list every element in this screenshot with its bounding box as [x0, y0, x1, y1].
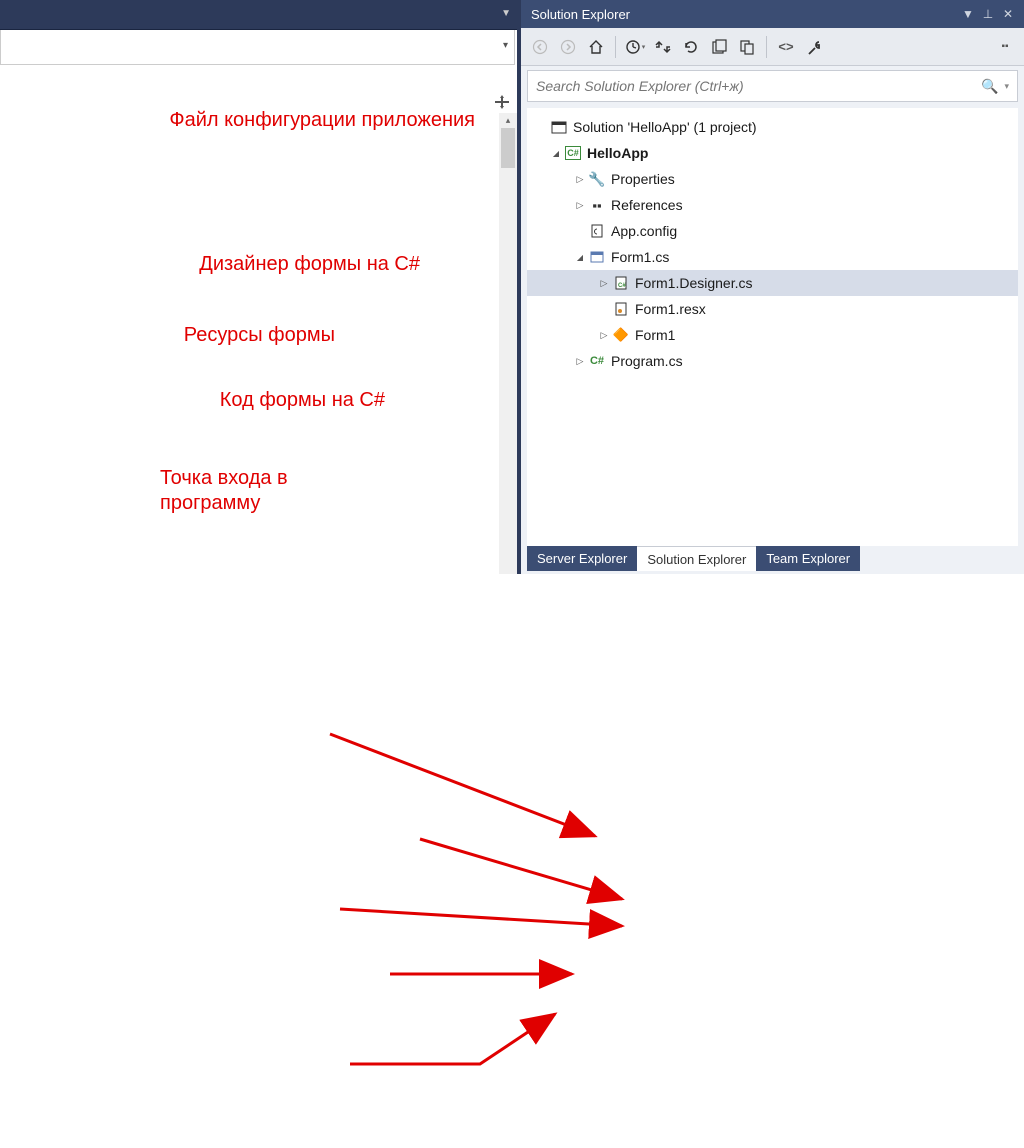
- solution-tree[interactable]: Solution 'HelloApp' (1 project) C# Hello…: [527, 108, 1018, 546]
- chevron-right-icon[interactable]: [573, 174, 587, 185]
- back-button[interactable]: [527, 34, 553, 60]
- annotation-designer: Дизайнер формы на C#: [75, 252, 420, 277]
- tree-node-form1class[interactable]: 🔶 Form1: [527, 322, 1018, 348]
- tab-solution-explorer[interactable]: Solution Explorer: [637, 546, 756, 571]
- annotation-resources: Ресурсы формы: [140, 323, 335, 348]
- editor-pane: ▼ ▾ ▴ Файл конфи: [0, 0, 517, 574]
- window-position-icon[interactable]: ▼: [958, 7, 978, 21]
- pin-icon[interactable]: ⊥: [978, 7, 998, 21]
- annotation-entry: Точка входа в программу: [160, 466, 360, 516]
- chevron-down-icon[interactable]: [573, 253, 587, 262]
- forward-button[interactable]: [555, 34, 581, 60]
- tree-label: App.config: [611, 223, 677, 239]
- vertical-scrollbar[interactable]: ▴: [499, 113, 517, 574]
- chevron-right-icon[interactable]: [573, 200, 587, 211]
- show-all-files-button[interactable]: [734, 34, 760, 60]
- wrench-icon: 🔧: [587, 171, 607, 188]
- properties-button[interactable]: [801, 34, 827, 60]
- solution-icon: [549, 119, 569, 135]
- tree-node-form1resx[interactable]: Form1.resx: [527, 296, 1018, 322]
- collapse-all-button[interactable]: [706, 34, 732, 60]
- sync-button[interactable]: [650, 34, 676, 60]
- scroll-thumb[interactable]: [501, 128, 515, 168]
- tree-label: Program.cs: [611, 353, 683, 369]
- tree-label: Solution 'HelloApp' (1 project): [573, 119, 757, 135]
- panel-title: Solution Explorer: [531, 7, 958, 22]
- view-code-button[interactable]: <>: [773, 34, 799, 60]
- csharp-project-icon: C#: [563, 146, 583, 160]
- chevron-right-icon[interactable]: [573, 356, 587, 367]
- toolbar-separator: [615, 36, 616, 58]
- close-icon[interactable]: ✕: [998, 7, 1018, 21]
- search-icon[interactable]: 🔍: [981, 78, 998, 95]
- pending-changes-button[interactable]: ▾: [622, 34, 648, 60]
- tree-node-form1designer[interactable]: C# Form1.Designer.cs: [527, 270, 1018, 296]
- tree-node-project[interactable]: C# HelloApp: [527, 140, 1018, 166]
- resx-file-icon: [611, 302, 631, 316]
- tree-node-form1cs[interactable]: Form1.cs: [527, 244, 1018, 270]
- tree-node-references[interactable]: ▪▪ References: [527, 192, 1018, 218]
- class-icon: 🔶: [611, 327, 631, 343]
- toolbar-separator: [766, 36, 767, 58]
- panel-tabs: Server Explorer Solution Explorer Team E…: [521, 546, 1024, 574]
- editor-top-bar: ▼: [0, 0, 517, 30]
- svg-text:C#: C#: [618, 283, 626, 289]
- chevron-right-icon[interactable]: [597, 278, 611, 289]
- annotation-code: Код формы на C#: [105, 388, 385, 413]
- panel-title-bar[interactable]: Solution Explorer ▼ ⊥ ✕: [521, 0, 1024, 28]
- config-file-icon: [587, 224, 607, 238]
- tree-node-solution[interactable]: Solution 'HelloApp' (1 project): [527, 114, 1018, 140]
- tab-server-explorer[interactable]: Server Explorer: [527, 546, 637, 571]
- panel-toolbar: ▾ <> ▪▪: [521, 28, 1024, 66]
- csharp-file-icon: C#: [587, 355, 607, 367]
- dropdown-icon[interactable]: ▼: [501, 8, 511, 19]
- tree-node-programcs[interactable]: C# Program.cs: [527, 348, 1018, 374]
- toolbar-overflow-icon[interactable]: ▪▪: [992, 34, 1018, 60]
- search-box[interactable]: 🔍 ▾: [527, 70, 1018, 102]
- tree-node-appconfig[interactable]: App.config: [527, 218, 1018, 244]
- tab-team-explorer[interactable]: Team Explorer: [756, 546, 860, 571]
- tree-node-properties[interactable]: 🔧 Properties: [527, 166, 1018, 192]
- tree-label: Form1.resx: [635, 301, 706, 317]
- annotation-arrows: [0, 574, 517, 1148]
- tree-label: Properties: [611, 171, 675, 187]
- tree-label: HelloApp: [587, 145, 648, 161]
- scroll-up-icon[interactable]: ▴: [499, 113, 517, 127]
- annotation-appconfig: Файл конфигурации приложения: [155, 108, 475, 133]
- tree-label: Form1: [635, 327, 675, 343]
- search-dropdown-icon[interactable]: ▾: [1004, 81, 1009, 92]
- split-icon[interactable]: [495, 95, 509, 109]
- dropdown-icon[interactable]: ▾: [503, 40, 508, 51]
- tree-label: Form1.Designer.cs: [635, 275, 752, 291]
- chevron-down-icon[interactable]: [549, 149, 563, 158]
- search-input[interactable]: [536, 78, 981, 94]
- references-icon: ▪▪: [587, 198, 607, 213]
- tree-label: References: [611, 197, 683, 213]
- home-button[interactable]: [583, 34, 609, 60]
- csharp-file-icon: C#: [611, 276, 631, 290]
- refresh-button[interactable]: [678, 34, 704, 60]
- chevron-right-icon[interactable]: [597, 330, 611, 341]
- solution-explorer-panel: Solution Explorer ▼ ⊥ ✕ ▾: [517, 0, 1024, 574]
- form-icon: [587, 250, 607, 264]
- editor-breadcrumb-bar: ▾: [0, 30, 515, 65]
- tree-label: Form1.cs: [611, 249, 669, 265]
